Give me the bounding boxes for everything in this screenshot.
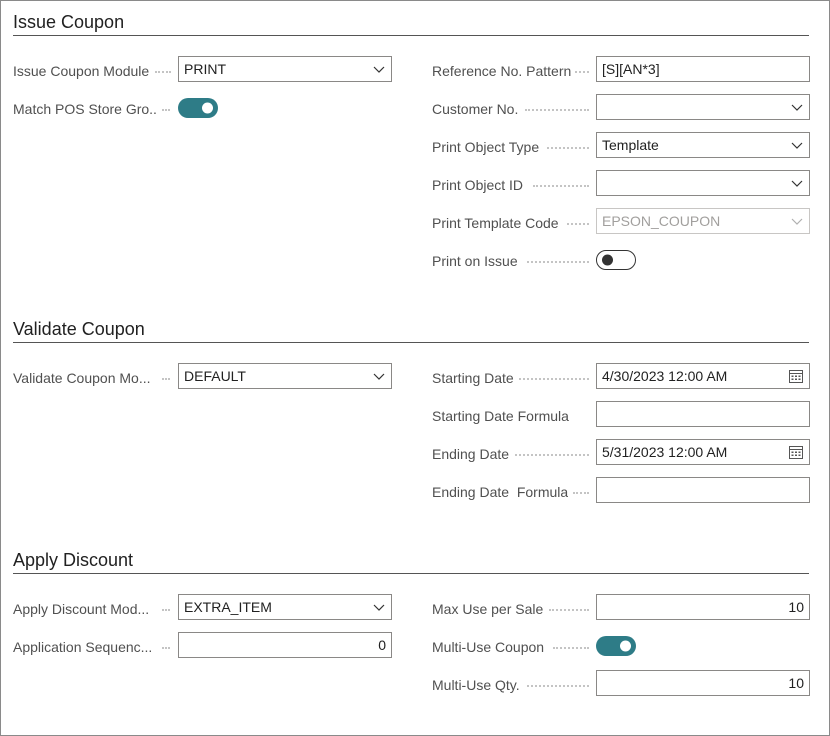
- validate-coupon-section: Validate Coupon: [13, 318, 809, 343]
- toggle-knob: [620, 640, 631, 652]
- print-object-id-label: Print Object ID: [432, 177, 524, 193]
- match-pos-store-group-label: Match POS Store Gro...: [13, 101, 158, 117]
- issue-coupon-module-row: Issue Coupon Module: [13, 57, 163, 85]
- label-leader: [162, 378, 170, 380]
- label-leader: [519, 378, 589, 380]
- calendar-icon[interactable]: [788, 444, 804, 460]
- starting-date-formula-input[interactable]: [596, 401, 810, 427]
- reference-no-pattern-label: Reference No. Pattern: [432, 63, 572, 79]
- starting-date-label: Starting Date: [432, 370, 514, 386]
- apply-discount-module-row: Apply Discount Mod...: [13, 595, 158, 623]
- print-object-type-row: Print Object Type: [432, 133, 539, 161]
- multi-use-coupon-row: Multi-Use Coupon: [432, 633, 544, 661]
- max-use-per-sale-input[interactable]: 10: [596, 594, 810, 620]
- calendar-icon[interactable]: [788, 368, 804, 384]
- label-leader: [162, 109, 170, 111]
- chevron-down-icon: [372, 369, 386, 383]
- section-title-validate-coupon[interactable]: Validate Coupon: [13, 318, 809, 343]
- application-sequence-input[interactable]: 0: [178, 632, 392, 658]
- multi-use-qty-label: Multi-Use Qty.: [432, 677, 520, 693]
- match-pos-store-group-toggle[interactable]: [178, 98, 218, 118]
- label-leader: [527, 261, 589, 263]
- application-sequence-label: Application Sequenc...: [13, 639, 153, 655]
- multi-use-coupon-toggle[interactable]: [596, 636, 636, 656]
- label-leader: [549, 609, 589, 611]
- reference-no-pattern-row: Reference No. Pattern: [432, 57, 571, 85]
- print-object-id-select[interactable]: [596, 170, 810, 196]
- starting-date-formula-label: Starting Date Formula: [432, 408, 569, 424]
- ending-date-row: Ending Date: [432, 440, 509, 468]
- issue-coupon-module-label: Issue Coupon Module: [13, 63, 150, 79]
- print-template-code-row: Print Template Code: [432, 209, 559, 237]
- print-object-type-label: Print Object Type: [432, 139, 540, 155]
- reference-no-pattern-input[interactable]: [S][AN*3]: [596, 56, 810, 82]
- ending-date-formula-input[interactable]: [596, 477, 810, 503]
- label-leader: [515, 454, 589, 456]
- label-leader: [567, 223, 589, 225]
- section-title-issue-coupon[interactable]: Issue Coupon: [13, 11, 809, 36]
- chevron-down-icon: [790, 214, 804, 228]
- label-leader: [527, 685, 589, 687]
- multi-use-coupon-label: Multi-Use Coupon: [432, 639, 545, 655]
- toggle-knob: [202, 102, 213, 114]
- chevron-down-icon: [790, 100, 804, 114]
- apply-discount-section: Apply Discount: [13, 549, 809, 574]
- apply-discount-module-label: Apply Discount Mod...: [13, 601, 150, 617]
- print-template-code-select[interactable]: EPSON_COUPON: [596, 208, 810, 234]
- ending-date-label: Ending Date: [432, 446, 510, 462]
- label-leader: [573, 492, 589, 494]
- customer-no-label: Customer No.: [432, 101, 519, 117]
- print-on-issue-row: Print on Issue: [432, 247, 518, 275]
- validate-coupon-module-label: Validate Coupon Mo...: [13, 370, 151, 386]
- max-use-per-sale-label: Max Use per Sale: [432, 601, 544, 617]
- match-pos-store-group-row: Match POS Store Gro...: [13, 95, 158, 123]
- validate-coupon-module-row: Validate Coupon Mo...: [13, 364, 158, 392]
- starting-date-formula-row: Starting Date Formula: [432, 402, 569, 430]
- starting-date-input[interactable]: 4/30/2023 12:00 AM: [596, 363, 810, 389]
- chevron-down-icon: [372, 62, 386, 76]
- label-leader: [162, 609, 170, 611]
- label-leader: [575, 71, 589, 73]
- label-leader: [553, 647, 589, 649]
- issue-coupon-section: Issue Coupon: [13, 11, 809, 36]
- print-on-issue-label: Print on Issue: [432, 253, 518, 269]
- label-leader: [533, 185, 589, 187]
- ending-date-formula-label: Ending Date Formula: [432, 484, 569, 500]
- chevron-down-icon: [372, 600, 386, 614]
- max-use-per-sale-row: Max Use per Sale: [432, 595, 543, 623]
- print-object-id-row: Print Object ID: [432, 171, 523, 199]
- ending-date-input[interactable]: 5/31/2023 12:00 AM: [596, 439, 810, 465]
- toggle-knob: [602, 254, 613, 266]
- label-leader: [162, 647, 170, 649]
- label-leader: [155, 71, 171, 73]
- customer-no-select[interactable]: [596, 94, 810, 120]
- chevron-down-icon: [790, 176, 804, 190]
- customer-no-row: Customer No.: [432, 95, 518, 123]
- multi-use-qty-row: Multi-Use Qty.: [432, 671, 520, 699]
- chevron-down-icon: [790, 138, 804, 152]
- issue-coupon-module-select[interactable]: PRINT: [178, 56, 392, 82]
- label-leader: [547, 147, 589, 149]
- application-sequence-row: Application Sequenc...: [13, 633, 158, 661]
- print-on-issue-toggle[interactable]: [596, 250, 636, 270]
- validate-coupon-module-select[interactable]: DEFAULT: [178, 363, 392, 389]
- starting-date-row: Starting Date: [432, 364, 514, 392]
- coupon-card: Issue Coupon Issue Coupon Module PRINT M…: [0, 0, 830, 736]
- multi-use-qty-input[interactable]: 10: [596, 670, 810, 696]
- section-title-apply-discount[interactable]: Apply Discount: [13, 549, 809, 574]
- ending-date-formula-row: Ending Date Formula: [432, 478, 568, 506]
- apply-discount-module-select[interactable]: EXTRA_ITEM: [178, 594, 392, 620]
- print-template-code-label: Print Template Code: [432, 215, 559, 231]
- label-leader: [525, 109, 589, 111]
- print-object-type-select[interactable]: Template: [596, 132, 810, 158]
